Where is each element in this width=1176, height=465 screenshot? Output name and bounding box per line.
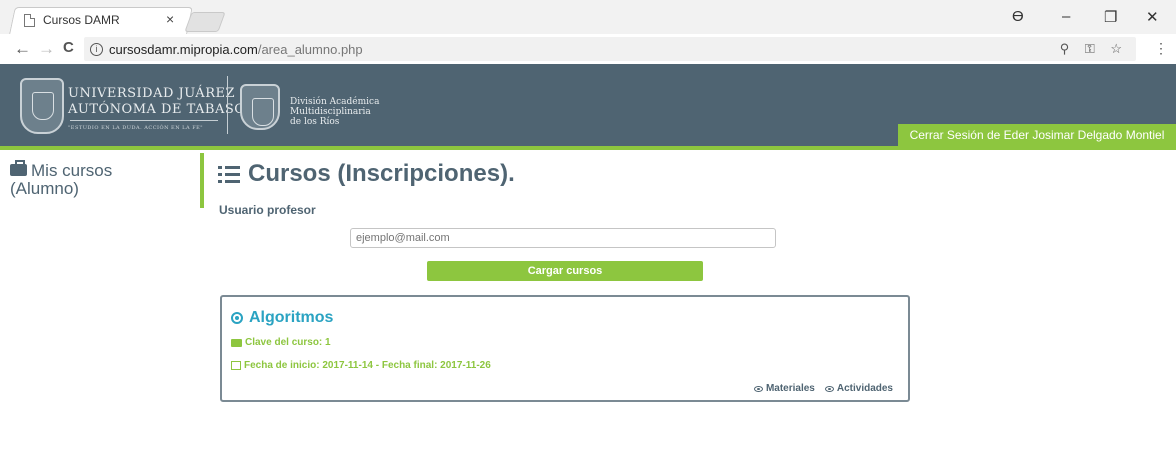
forward-button[interactable]: →	[38, 39, 55, 59]
tab-close-icon[interactable]: ×	[166, 11, 174, 27]
header-divider	[227, 76, 228, 134]
id-card-icon	[231, 338, 242, 347]
sidebar: Mis cursos (Alumno)	[0, 150, 200, 465]
tab-label-area[interactable]: Cursos DAMR	[24, 10, 184, 30]
course-title[interactable]: Algoritmos	[231, 309, 333, 327]
materials-label: Materiales	[765, 383, 815, 394]
url-path: /area_alumno.php	[257, 41, 363, 57]
page-title-text: Cursos (Inscripciones).	[248, 160, 515, 187]
back-button[interactable]: ←	[14, 39, 31, 59]
course-card: Algoritmos Clave del curso: 1 Fecha de i…	[220, 295, 910, 402]
course-dates: Fecha de inicio: 2017-11-14 - Fecha fina…	[231, 360, 491, 371]
activities-label: Actividades	[836, 383, 893, 394]
university-divider	[70, 120, 218, 121]
course-key-text: Clave del curso: 1	[245, 337, 331, 348]
course-actions: Materiales Actividades	[753, 383, 893, 394]
info-icon[interactable]: i	[90, 42, 103, 56]
eye-icon	[753, 385, 763, 392]
url-host: cursosdamr.mipropia.com	[109, 41, 258, 57]
materials-link[interactable]: Materiales	[753, 383, 815, 394]
logout-button[interactable]: Cerrar Sesión de Eder Josimar Delgado Mo…	[898, 124, 1176, 146]
division-name-line2: Multidisciplinaria	[290, 107, 371, 117]
briefcase-icon	[10, 160, 27, 176]
activities-link[interactable]: Actividades	[824, 383, 893, 394]
browser-toolbar: ← → C i cursosdamr.mipropia.com /area_al…	[0, 34, 1176, 64]
load-courses-button[interactable]: Cargar cursos	[427, 261, 703, 281]
calendar-icon	[231, 361, 241, 370]
restore-button[interactable]: ❐	[1104, 8, 1117, 26]
course-key: Clave del curso: 1	[231, 337, 331, 348]
new-tab-button[interactable]	[184, 12, 226, 32]
university-motto: "ESTUDIO EN LA DUDA. ACCIÓN EN LA FE"	[68, 125, 204, 131]
reload-button[interactable]: C	[63, 39, 74, 56]
division-name-line1: División Académica	[290, 97, 380, 107]
course-name: Algoritmos	[249, 309, 334, 326]
minimize-button[interactable]: –	[1062, 8, 1070, 25]
division-seal-icon	[240, 84, 280, 130]
user-label: Usuario profesor	[219, 203, 316, 217]
address-bar[interactable]: i cursosdamr.mipropia.com /area_alumno.p…	[84, 37, 1136, 61]
address-bar-icons[interactable]: ⚲ ⚿ ☆	[1060, 41, 1128, 57]
browser-chrome: Cursos DAMR × ϴ – ❐ ✕ ← → C i cursosdamr…	[0, 0, 1176, 64]
list-icon	[218, 165, 240, 183]
sidebar-item-mis-cursos[interactable]: Mis cursos (Alumno)	[10, 160, 112, 198]
email-field[interactable]	[350, 228, 776, 248]
division-name: División Académica Multidisciplinaria de…	[290, 97, 379, 127]
university-seal-icon	[20, 78, 64, 134]
course-dates-text: Fecha de inicio: 2017-11-14 - Fecha fina…	[244, 360, 491, 371]
tab-title: Cursos DAMR	[43, 13, 120, 27]
browser-menu-icon[interactable]: ⋮	[1154, 40, 1168, 57]
eye-icon	[824, 385, 834, 392]
page-title: Cursos (Inscripciones).	[218, 160, 515, 188]
account-icon[interactable]: ϴ	[1012, 8, 1024, 25]
dot-circle-icon	[231, 312, 243, 324]
close-window-button[interactable]: ✕	[1146, 8, 1159, 26]
page-icon	[24, 13, 35, 27]
tab-strip: Cursos DAMR × ϴ – ❐ ✕	[0, 0, 1176, 34]
division-name-line3: de los Ríos	[290, 117, 340, 127]
sidebar-accent-bar	[200, 153, 204, 208]
